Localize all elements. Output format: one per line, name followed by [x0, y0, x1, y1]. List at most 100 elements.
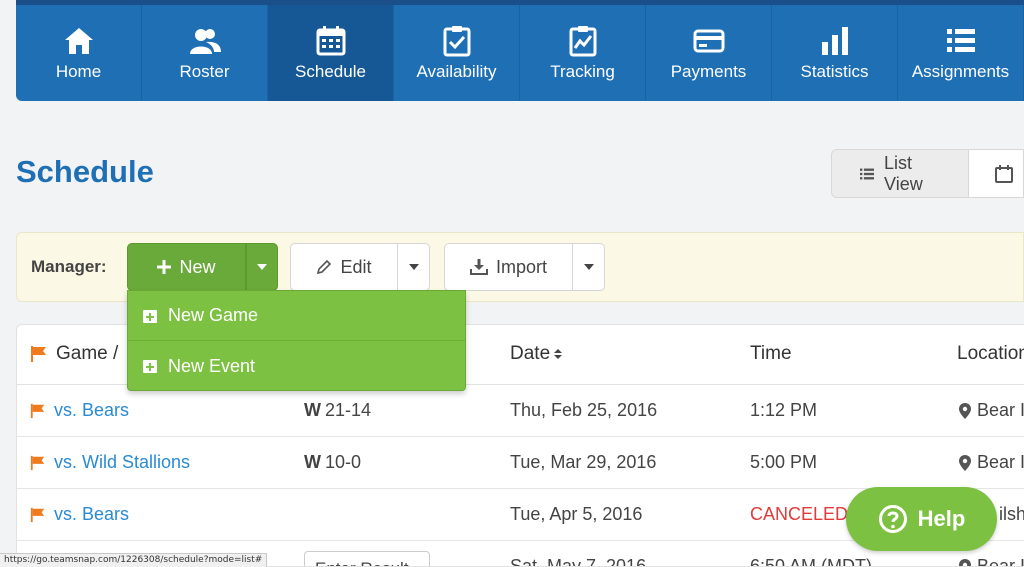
column-header-label: Game / — [56, 343, 119, 364]
column-header-label: Time — [750, 343, 792, 364]
nav-label: Tracking — [550, 62, 615, 81]
nav-item-assignments[interactable]: Assignments — [898, 5, 1024, 101]
nav-item-payments[interactable]: Payments — [646, 5, 772, 101]
flag-icon — [31, 346, 46, 362]
nav-label: Statistics — [800, 62, 869, 81]
calendar-view-button[interactable] — [969, 149, 1024, 198]
new-button-label: New — [179, 256, 216, 277]
manager-label: Manager: — [31, 257, 107, 276]
game-time: 6:50 AM (MDT) — [750, 556, 873, 567]
game-result: W 10-0 — [304, 452, 361, 473]
flag-icon — [30, 507, 45, 522]
column-header-time[interactable]: Time — [750, 343, 792, 365]
menu-item-label: New Event — [168, 355, 256, 376]
table-row: vs. Wild Stallions W 10-0 Tue, Mar 29, 2… — [17, 437, 1024, 489]
column-header-game[interactable]: Game / — [30, 343, 118, 365]
help-button[interactable]: Help — [846, 487, 997, 551]
game-result: W 21-14 — [304, 400, 371, 421]
menu-item-new-game[interactable]: New Game — [128, 291, 465, 341]
menu-item-new-event[interactable]: New Event — [128, 341, 465, 391]
game-name: vs. Bears — [54, 400, 130, 420]
game-date: Thu, Feb 25, 2016 — [510, 400, 658, 420]
edit-button-label: Edit — [340, 256, 372, 277]
result-letter: W — [304, 400, 321, 420]
table-row: vs. Bears W 21-14 Thu, Feb 25, 2016 1:12… — [17, 385, 1024, 437]
column-header-label: Date — [510, 343, 551, 364]
new-button-group: New — [127, 243, 278, 291]
list-icon — [946, 29, 975, 52]
nav-label: Availability — [416, 62, 497, 81]
flag-icon — [30, 403, 45, 418]
map-pin-icon — [959, 558, 971, 566]
edit-button[interactable]: Edit — [290, 243, 398, 291]
calendar-icon — [316, 26, 345, 56]
column-header-date[interactable]: Date — [510, 343, 563, 365]
nav-label: Home — [55, 62, 102, 81]
help-label: Help — [917, 506, 966, 531]
import-icon — [469, 259, 488, 275]
nav-label: Roster — [179, 62, 230, 81]
location-name: Bear I — [977, 452, 1024, 472]
game-link[interactable]: vs. Wild Stallions — [30, 452, 190, 473]
location-name: Bear I — [977, 400, 1024, 420]
nav-item-availability[interactable]: Availability — [394, 5, 520, 101]
list-view-button[interactable]: List View — [831, 149, 969, 198]
result-letter: W — [304, 452, 321, 472]
import-button-group: Import — [444, 243, 605, 291]
calendar-icon — [995, 164, 1013, 183]
home-icon — [64, 28, 93, 54]
users-icon — [189, 29, 221, 54]
nav-item-home[interactable]: Home — [16, 5, 142, 101]
game-location[interactable]: Bear I — [959, 400, 1024, 421]
game-time: 1:12 PM — [750, 400, 818, 420]
flag-icon — [30, 455, 45, 470]
game-link[interactable]: vs. Bears — [30, 400, 129, 421]
menu-item-label: New Game — [168, 305, 259, 325]
clipboard-chart-icon — [569, 26, 596, 57]
game-name: vs. Bears — [54, 504, 130, 524]
chevron-down-icon — [257, 264, 267, 270]
top-nav: Home Roster Schedule Availability Tracki… — [16, 0, 1024, 101]
nav-item-schedule[interactable]: Schedule — [268, 5, 394, 101]
canceled-status: CANCELED — [750, 504, 849, 524]
bar-chart-icon — [821, 27, 848, 55]
location-name: ilshi — [999, 504, 1024, 524]
help-circle-icon — [878, 505, 907, 533]
game-location[interactable]: Bear I — [959, 556, 1024, 566]
list-icon — [860, 168, 875, 179]
game-location[interactable]: Bear I — [959, 452, 1024, 473]
new-dropdown-toggle[interactable] — [246, 243, 278, 291]
import-button[interactable]: Import — [444, 243, 573, 291]
new-button[interactable]: New — [127, 243, 246, 291]
map-pin-icon — [959, 402, 971, 419]
import-button-label: Import — [495, 256, 547, 277]
pencil-icon — [317, 259, 332, 275]
nav-item-statistics[interactable]: Statistics — [772, 5, 898, 101]
sort-icon — [554, 349, 563, 359]
game-location[interactable]: ilshi — [999, 504, 1024, 525]
enter-result-button[interactable]: Enter Result — [304, 551, 430, 566]
game-link[interactable]: vs. Bears — [30, 504, 129, 525]
view-toggle: List View — [831, 149, 1024, 198]
page-title: Schedule — [16, 154, 154, 189]
nav-item-tracking[interactable]: Tracking — [520, 5, 646, 101]
credit-card-icon — [693, 29, 724, 53]
plus-icon — [157, 260, 172, 274]
result-score: 10-0 — [325, 452, 362, 472]
import-dropdown-toggle[interactable] — [573, 243, 605, 291]
game-date: Sat, May 7, 2016 — [510, 556, 647, 567]
column-header-label: Location — [957, 343, 1024, 364]
game-date: Tue, Apr 5, 2016 — [510, 504, 643, 524]
game-time: 5:00 PM — [750, 452, 818, 472]
nav-item-roster[interactable]: Roster — [142, 5, 268, 101]
result-score: 21-14 — [325, 400, 372, 420]
new-dropdown-menu: New Game New Event — [127, 290, 466, 391]
calendar-plus-icon — [143, 309, 157, 323]
column-header-location[interactable]: Location — [957, 343, 1024, 365]
map-pin-icon — [959, 454, 971, 471]
edit-button-group: Edit — [290, 243, 430, 291]
chevron-down-icon — [583, 264, 594, 270]
nav-label: Assignments — [911, 62, 1010, 81]
game-date: Tue, Mar 29, 2016 — [510, 452, 657, 472]
edit-dropdown-toggle[interactable] — [398, 243, 430, 291]
